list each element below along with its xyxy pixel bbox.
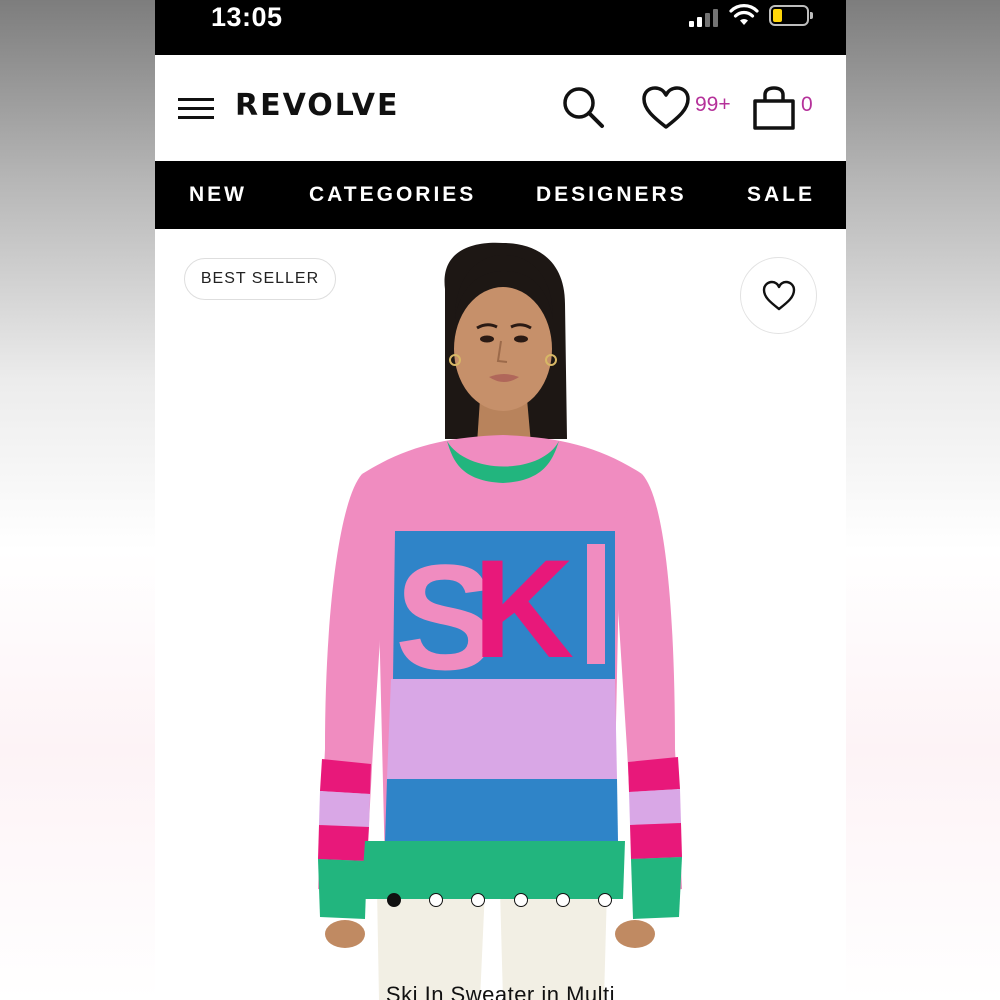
heart-icon[interactable] bbox=[641, 85, 691, 131]
product-title[interactable]: Ski In Sweater in Multi bbox=[155, 982, 846, 1000]
svg-text:K: K bbox=[473, 530, 574, 687]
heart-outline-icon bbox=[762, 280, 796, 311]
status-bar: 13:05 bbox=[155, 0, 846, 55]
carousel-dot[interactable] bbox=[387, 893, 401, 907]
battery-nub bbox=[810, 12, 813, 19]
wishlist-count: 99+ bbox=[695, 93, 731, 116]
status-time: 13:05 bbox=[211, 2, 283, 32]
carousel-dot[interactable] bbox=[471, 893, 485, 907]
shopping-bag-icon[interactable] bbox=[751, 85, 797, 131]
carousel-dot[interactable] bbox=[556, 893, 570, 907]
cellular-signal-icon bbox=[689, 7, 723, 27]
product-image[interactable]: S K bbox=[155, 229, 846, 1000]
background-left bbox=[0, 0, 155, 1000]
menu-icon[interactable] bbox=[178, 98, 214, 120]
nav-sale[interactable]: SALE bbox=[747, 183, 815, 207]
nav-categories[interactable]: CATEGORIES bbox=[309, 183, 476, 207]
product-gallery: S K BEST SELLER Ski In Sweater in Multi bbox=[155, 229, 846, 1000]
bag-count: 0 bbox=[801, 93, 813, 116]
site-header: REVOLVE 99+ 0 bbox=[155, 55, 846, 161]
phone-screen: 13:05 REVOLVE 99+ 0 NEW CATEGORIES DESIG… bbox=[155, 0, 846, 1000]
nav-new[interactable]: NEW bbox=[189, 183, 247, 207]
background-right bbox=[846, 0, 1000, 1000]
battery-icon bbox=[769, 5, 809, 26]
carousel-dot[interactable] bbox=[598, 893, 612, 907]
best-seller-badge: BEST SELLER bbox=[184, 258, 336, 300]
carousel-dots bbox=[387, 893, 617, 909]
carousel-dot[interactable] bbox=[429, 893, 443, 907]
wifi-icon bbox=[729, 4, 759, 25]
main-nav: NEW CATEGORIES DESIGNERS SALE bbox=[155, 161, 846, 229]
add-to-wishlist-button[interactable] bbox=[740, 257, 817, 334]
brand-logo[interactable]: REVOLVE bbox=[235, 88, 399, 123]
carousel-dot[interactable] bbox=[514, 893, 528, 907]
search-icon[interactable] bbox=[559, 83, 607, 131]
nav-designers[interactable]: DESIGNERS bbox=[536, 183, 687, 207]
